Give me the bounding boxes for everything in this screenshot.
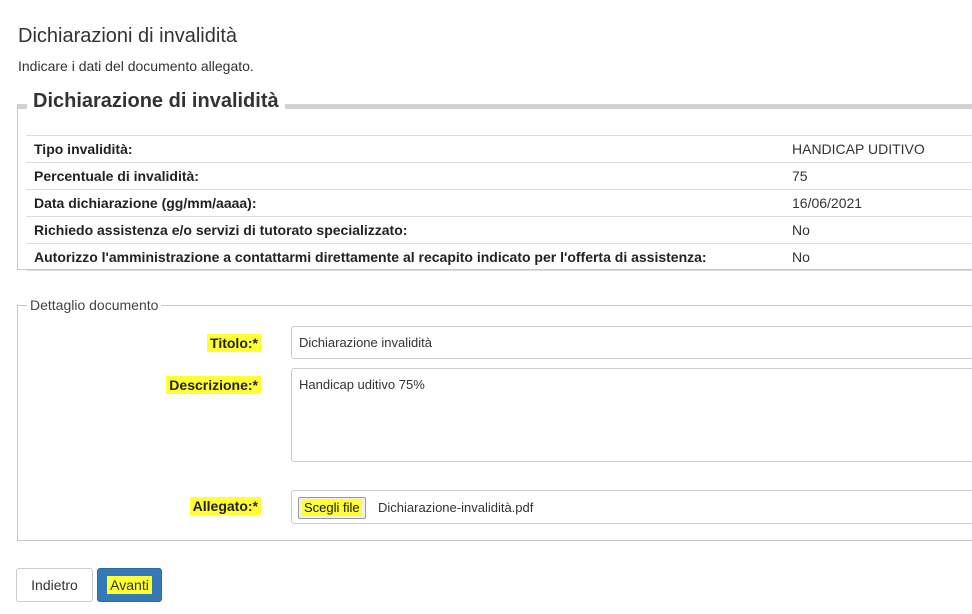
summary-table: Tipo invalidità: HANDICAP UDITIVO Percen… bbox=[26, 135, 972, 271]
row-value: No bbox=[784, 243, 972, 271]
titolo-label: Titolo:* bbox=[207, 334, 261, 352]
intro-text: Indicare i dati del documento allegato. bbox=[18, 58, 254, 74]
table-row: Richiedo assistenza e/o servizi di tutor… bbox=[26, 216, 972, 244]
next-button-label: Avanti bbox=[107, 576, 152, 594]
row-label: Autorizzo l'amministrazione a contattarm… bbox=[26, 243, 784, 271]
descrizione-label: Descrizione:* bbox=[166, 376, 261, 394]
choose-file-label: Scegli file bbox=[302, 499, 362, 516]
choose-file-button[interactable]: Scegli file bbox=[298, 497, 366, 519]
table-row: Autorizzo l'amministrazione a contattarm… bbox=[26, 243, 972, 271]
descrizione-textarea[interactable]: Handicap uditivo 75% bbox=[291, 368, 972, 462]
back-button[interactable]: Indietro bbox=[16, 568, 93, 602]
allegato-file-input[interactable]: Scegli file Dichiarazione-invalidità.pdf bbox=[291, 490, 972, 524]
row-value: 75 bbox=[784, 162, 972, 190]
file-name: Dichiarazione-invalidità.pdf bbox=[378, 500, 534, 515]
allegato-label: Allegato:* bbox=[189, 497, 261, 515]
table-row: Data dichiarazione (gg/mm/aaaa): 16/06/2… bbox=[26, 189, 972, 217]
row-label: Richiedo assistenza e/o servizi di tutor… bbox=[26, 216, 784, 244]
titolo-input[interactable] bbox=[291, 326, 972, 359]
row-value: HANDICAP UDITIVO bbox=[784, 135, 972, 163]
next-button[interactable]: Avanti bbox=[97, 568, 162, 602]
detail-legend: Dettaglio documento bbox=[27, 297, 162, 313]
table-row: Percentuale di invalidità: 75 bbox=[26, 162, 972, 190]
row-label: Tipo invalidità: bbox=[26, 135, 784, 163]
row-value: 16/06/2021 bbox=[784, 189, 972, 217]
page-title: Dichiarazioni di invalidità bbox=[18, 25, 237, 48]
table-row: Tipo invalidità: HANDICAP UDITIVO bbox=[26, 135, 972, 163]
row-value: No bbox=[784, 216, 972, 244]
summary-legend: Dichiarazione di invalidità bbox=[27, 90, 285, 113]
row-label: Percentuale di invalidità: bbox=[26, 162, 784, 190]
row-label: Data dichiarazione (gg/mm/aaaa): bbox=[26, 189, 784, 217]
